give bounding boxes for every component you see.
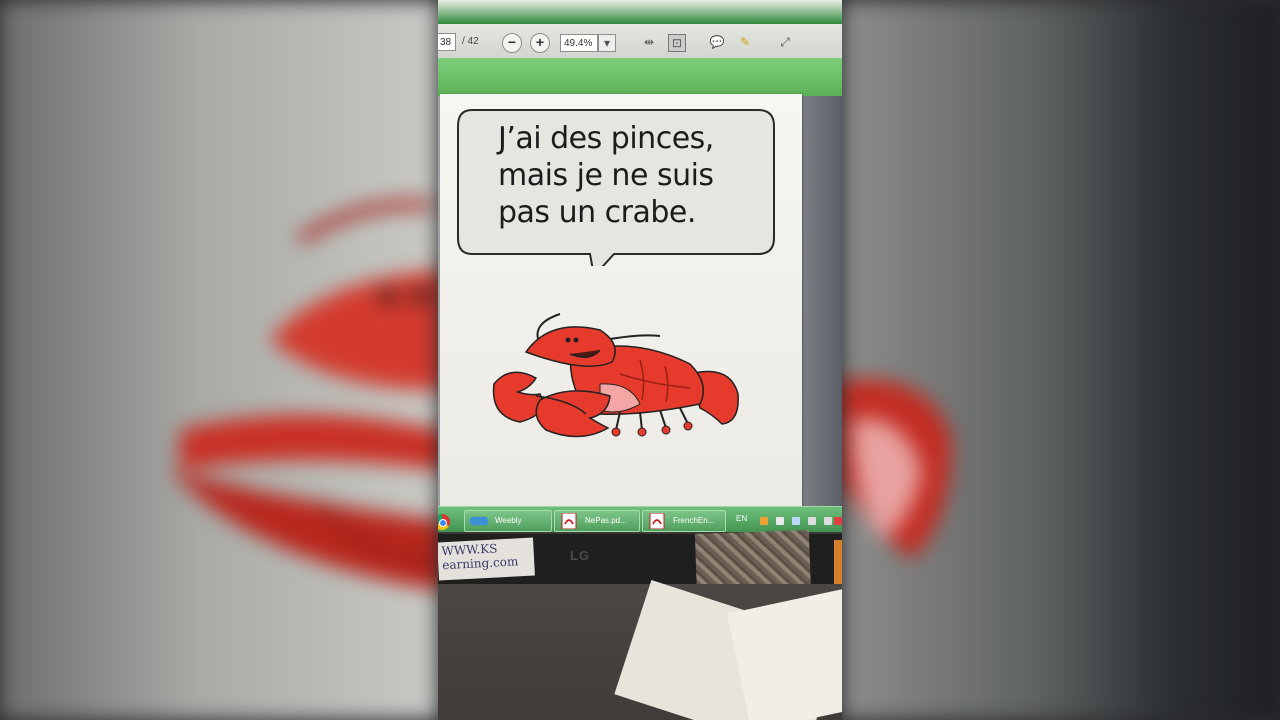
highlight-button[interactable]: ✎	[736, 34, 754, 52]
tray-icon[interactable]	[760, 517, 768, 525]
bubble-line: pas un crabe.	[498, 195, 696, 230]
comment-icon: 💬	[709, 35, 725, 49]
tray-icon[interactable]	[792, 517, 800, 525]
tray-icon[interactable]	[808, 517, 816, 525]
blurred-right-background	[842, 0, 1280, 720]
chevron-down-icon: ▾	[603, 36, 611, 50]
fit-width-icon: ⇹	[643, 35, 655, 49]
taskbar: Weebly NePas.pd... FrenchEn... EN	[438, 506, 842, 532]
blurred-lobster-right	[842, 378, 952, 560]
minus-icon: −	[507, 34, 517, 50]
pdf-icon	[561, 513, 577, 529]
bubble-line: mais je ne suis	[498, 158, 714, 193]
plus-icon: +	[535, 34, 545, 50]
language-indicator[interactable]: EN	[736, 514, 747, 523]
zoom-field[interactable]: 49.4%	[560, 34, 598, 52]
page-total-label: / 42	[462, 36, 479, 47]
document-viewport[interactable]: J’ai des pinces, mais je ne suis pas un …	[438, 94, 842, 506]
taskbar-item-weebly[interactable]: Weebly	[464, 510, 552, 532]
expand-button[interactable]: ⤢	[776, 34, 794, 52]
blurred-lobster-left	[170, 199, 438, 590]
pdf-page: J’ai des pinces, mais je ne suis pas un …	[440, 94, 802, 506]
taskbar-item-label: Weebly	[495, 516, 522, 525]
fit-width-button[interactable]: ⇹	[640, 34, 658, 52]
weebly-icon	[469, 516, 489, 526]
monitor-screen: 38 / 42 − + 49.4% ▾ ⇹ ⊡ 💬 ✎ ⤢ J’ai des p…	[438, 0, 842, 532]
tray-icon[interactable]	[776, 517, 784, 525]
taskbar-item-nepas-pdf[interactable]: NePas.pd...	[554, 510, 640, 532]
fit-page-button[interactable]: ⊡	[668, 34, 686, 52]
tray-icon[interactable]	[824, 517, 832, 525]
blurred-left-background	[0, 0, 438, 720]
sticky-label: WWW.KS earning.com	[438, 537, 535, 581]
sticky-label-line: earning.com	[441, 554, 519, 573]
window-titlebar	[438, 0, 842, 24]
zoom-out-button[interactable]: −	[502, 33, 522, 53]
speech-bubble-text: J’ai des pinces, mais je ne suis pas un …	[498, 120, 748, 231]
lobster-illustration	[492, 313, 739, 438]
taskbar-item-frenchen-pdf[interactable]: FrenchEn...	[642, 510, 726, 532]
taskbar-item-label: NePas.pd...	[585, 516, 627, 525]
comment-button[interactable]: 💬	[708, 34, 726, 52]
bubble-line: J’ai des pinces,	[498, 121, 714, 156]
expand-icon: ⤢	[780, 35, 790, 49]
toolbar-band	[438, 58, 842, 96]
pdf-icon	[649, 513, 665, 529]
monitor-photo: 38 / 42 − + 49.4% ▾ ⇹ ⊡ 💬 ✎ ⤢ J’ai des p…	[438, 0, 842, 720]
zoom-dropdown-button[interactable]: ▾	[598, 34, 616, 52]
monitor-brand-logo: LG	[570, 548, 591, 563]
tray-icon[interactable]	[834, 517, 842, 525]
zoom-in-button[interactable]: +	[530, 33, 550, 53]
taskbar-item-label: FrenchEn...	[673, 516, 715, 525]
highlighter-icon: ✎	[739, 35, 751, 49]
sticky-label-text: WWW.KS earning.com	[441, 540, 518, 572]
fit-page-icon: ⊡	[671, 36, 683, 50]
chrome-icon[interactable]	[438, 514, 450, 530]
page-number-input[interactable]: 38	[438, 33, 456, 51]
